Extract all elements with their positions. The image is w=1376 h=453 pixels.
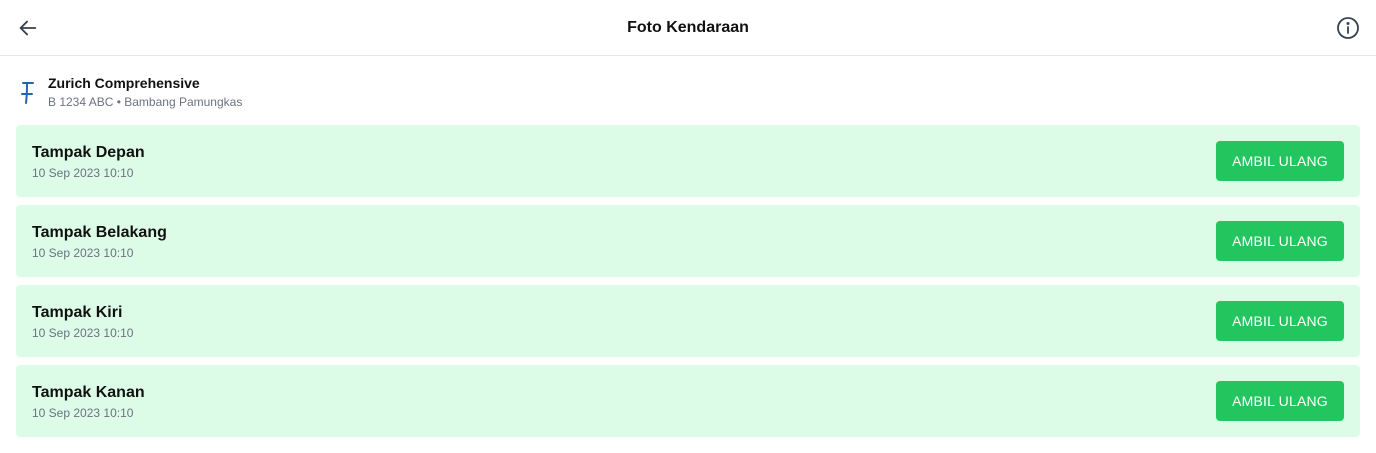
photo-label: Tampak Belakang [32, 224, 167, 241]
photo-list: Tampak Depan 10 Sep 2023 10:10 AMBIL ULA… [16, 125, 1360, 445]
photo-timestamp: 10 Sep 2023 10:10 [32, 246, 134, 260]
photo-card-back: Tampak Belakang 10 Sep 2023 10:10 AMBIL … [16, 205, 1360, 277]
photo-label: Tampak Kanan [32, 384, 145, 401]
photo-timestamp: 10 Sep 2023 10:10 [32, 406, 134, 420]
photo-card-right: Tampak Kanan 10 Sep 2023 10:10 AMBIL ULA… [16, 365, 1360, 437]
photo-label: Tampak Kiri [32, 304, 123, 321]
info-circle-icon [1337, 17, 1359, 39]
photo-card-left: Tampak Kiri 10 Sep 2023 10:10 AMBIL ULAN… [16, 285, 1360, 357]
retake-button[interactable]: AMBIL ULANG [1216, 141, 1344, 181]
retake-button[interactable]: AMBIL ULANG [1216, 381, 1344, 421]
zurich-logo-icon [16, 80, 40, 106]
vehicle-owner-info: B 1234 ABC • Bambang Pamungkas [48, 95, 243, 109]
retake-button[interactable]: AMBIL ULANG [1216, 221, 1344, 261]
photo-timestamp: 10 Sep 2023 10:10 [32, 166, 134, 180]
info-button[interactable] [1334, 14, 1362, 42]
retake-button[interactable]: AMBIL ULANG [1216, 301, 1344, 341]
top-app-bar: Foto Kendaraan [0, 0, 1376, 56]
policy-name: Zurich Comprehensive [48, 75, 200, 91]
photo-card-front: Tampak Depan 10 Sep 2023 10:10 AMBIL ULA… [16, 125, 1360, 197]
photo-timestamp: 10 Sep 2023 10:10 [32, 326, 134, 340]
page-title: Foto Kendaraan [627, 19, 749, 36]
policy-summary: Zurich Comprehensive B 1234 ABC • Bamban… [16, 72, 242, 112]
photo-label: Tampak Depan [32, 144, 145, 161]
